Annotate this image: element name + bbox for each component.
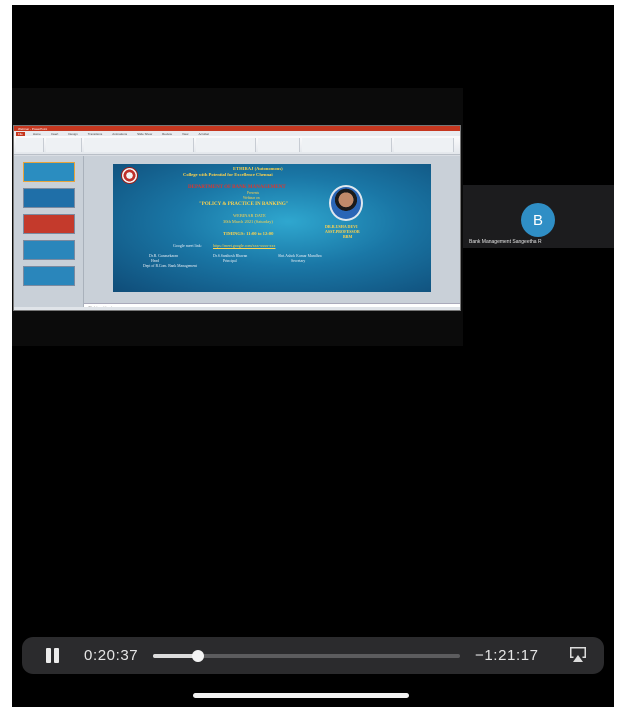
- current-slide: ETHIRAJ (Autonomous) College with Potent…: [113, 164, 431, 292]
- signatory-3-role: Secretary: [291, 259, 306, 263]
- college-logo: [121, 167, 138, 184]
- ribbon-tab: Transitions: [87, 131, 103, 136]
- ribbon-toolbar: [14, 136, 460, 155]
- ribbon-tab: Insert: [50, 131, 59, 136]
- scrubber-progress: [153, 654, 198, 658]
- pause-icon[interactable]: [43, 647, 61, 665]
- window-title: Webinar - PowerPoint: [18, 126, 48, 131]
- slide-thumbnail: [23, 240, 75, 260]
- webinar-date: 30th March 2021 (Saturday): [223, 219, 273, 224]
- meet-link: https://meet.google.com/xxx-xxxx-xxx: [213, 243, 276, 248]
- remaining-time: −1:21:17: [475, 647, 539, 664]
- participant-tile[interactable]: B Bank Management Sangeetha R: [463, 185, 614, 248]
- powerpoint-window: Webinar - PowerPoint File Home Insert Desig…: [13, 125, 461, 311]
- slide-editor: ETHIRAJ (Autonomous) College with Potent…: [84, 156, 460, 310]
- webinar-text: Webinar on: [243, 196, 260, 200]
- home-indicator[interactable]: [193, 693, 409, 698]
- college-name: ETHIRAJ (Autonomous): [233, 166, 283, 171]
- ribbon-tab: Slide Show: [137, 131, 153, 136]
- playback-controls: 0:20:37 −1:21:17: [22, 637, 604, 674]
- signatory-1-dept: Dept of B.Com. Bank Management: [143, 264, 197, 268]
- powerpoint-body: ETHIRAJ (Autonomous) College with Potent…: [14, 156, 460, 310]
- ribbon-group: [258, 138, 300, 152]
- college-tagline: College with Potential for Excellence Ch…: [183, 172, 273, 177]
- slide-thumbnail: [23, 188, 75, 208]
- powerpoint-statusbar: [14, 307, 460, 310]
- department-name: DEPARTMENT OF BANK MANAGEMENT: [188, 185, 286, 190]
- scrubber-track[interactable]: [153, 650, 460, 662]
- participant-avatar: B: [521, 203, 555, 237]
- video-player[interactable]: Webinar - PowerPoint File Home Insert Desig…: [12, 5, 614, 707]
- ribbon-group: [84, 138, 194, 152]
- webinar-date-label: WEBINAR DATE: [233, 213, 266, 218]
- ribbon-tab: Design: [68, 131, 78, 136]
- participant-name: Bank Management Sangeetha R: [469, 239, 542, 245]
- airplay-icon[interactable]: [568, 646, 588, 664]
- slide-thumbnail: [23, 266, 75, 286]
- ribbon-group: [16, 138, 44, 152]
- slide-thumbnails: [14, 156, 84, 310]
- ribbon-group: [196, 138, 256, 152]
- ribbon-tab: View: [181, 131, 189, 136]
- shared-screen-tile[interactable]: Webinar - PowerPoint File Home Insert Desig…: [12, 88, 463, 346]
- ribbon-tab: Home: [32, 131, 41, 136]
- ribbon-group: [394, 138, 454, 152]
- meet-link-label: Google meet link:: [173, 243, 202, 248]
- webinar-timings: TIMINGS: 11:00 to 12:00: [223, 231, 274, 236]
- ribbon-tab: File: [16, 131, 25, 136]
- ribbon-tab: Animations: [112, 131, 128, 136]
- ribbon-group: [302, 138, 392, 152]
- signatory-2-role: Principal: [223, 259, 237, 263]
- scrubber-thumb[interactable]: [191, 650, 204, 662]
- ribbon-group: [46, 138, 82, 152]
- speaker-photo: [329, 185, 363, 221]
- slide-thumbnail: [23, 162, 75, 182]
- webinar-topic: "POLICY & PRACTICE IN BANKING": [199, 202, 289, 207]
- ribbon-tab: Review: [162, 131, 172, 136]
- speaker-dept: BRM: [343, 234, 353, 239]
- ribbon-tab: Acrobat: [198, 131, 209, 136]
- elapsed-time: 0:20:37: [84, 647, 139, 664]
- slide-thumbnail: [23, 214, 75, 234]
